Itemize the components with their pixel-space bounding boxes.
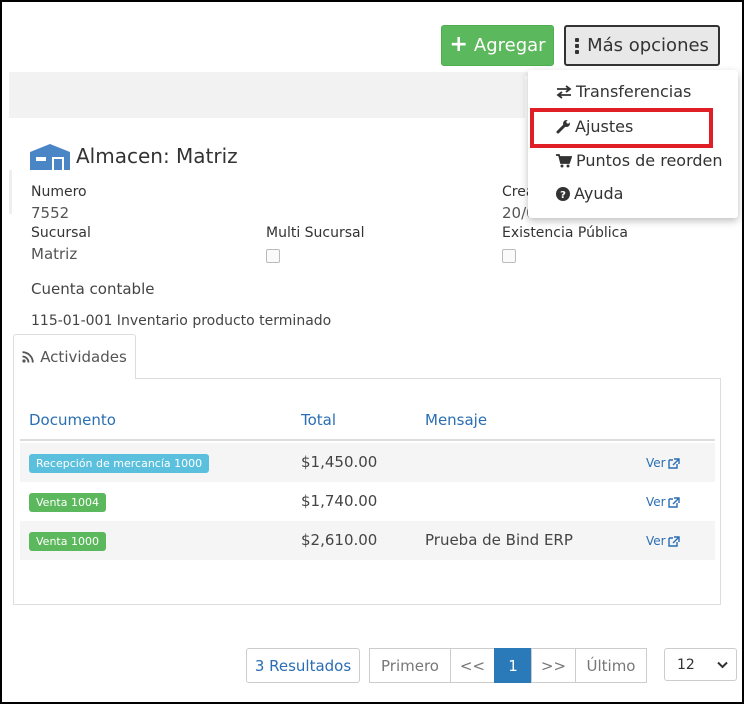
table-row: Recepción de mercancía 1000 $1,450.00 Ve… [20,443,715,482]
total-cell: $1,740.00 [301,492,378,510]
sucursal-label: Sucursal [31,225,91,241]
document-badge[interactable]: Venta 1000 [29,532,106,551]
menu-item-label: Ayuda [574,184,624,203]
page-prev-button[interactable]: << [450,648,495,683]
external-link-icon [667,457,680,469]
warehouse-icon [30,144,70,170]
view-link[interactable]: Ver [646,456,680,470]
multi-sucursal-label: Multi Sucursal [266,225,365,241]
numero-value: 7552 [31,204,70,222]
header-bar [9,72,525,118]
tab-actividades-label: Actividades [40,347,127,366]
multi-sucursal-checkbox[interactable] [266,249,280,263]
page-first-button[interactable]: Primero [369,648,451,683]
existencia-publica-label: Existencia Pública [502,225,628,241]
numero-label: Numero [31,184,87,200]
menu-item-label: Transferencias [576,82,692,101]
external-link-icon [667,535,680,547]
tab-actividades[interactable]: Actividades [13,334,136,378]
warehouse-title: Almacen: Matriz [30,142,238,170]
view-link-label: Ver [646,534,666,548]
message-cell: Prueba de Bind ERP [425,531,573,549]
view-link-label: Ver [646,456,666,470]
view-link[interactable]: Ver [646,495,680,509]
add-button[interactable]: + Agregar [441,25,554,66]
cart-icon [556,153,572,167]
more-options-label: Más opciones [587,35,709,56]
header-divider [20,439,715,441]
page-title: Almacen: Matriz [76,144,238,168]
column-header-total[interactable]: Total [301,411,336,429]
rss-icon [22,350,34,363]
view-link[interactable]: Ver [646,534,680,548]
results-count: 3 Resultados [246,648,360,683]
side-marker [9,170,12,214]
plus-icon: + [449,31,468,57]
svg-text:?: ? [560,190,566,201]
add-button-label: Agregar [473,35,546,56]
transfer-icon [556,84,572,99]
external-link-icon [667,496,680,508]
column-header-mensaje[interactable]: Mensaje [425,411,487,429]
page-last-button[interactable]: Último [575,648,647,683]
table-row: Venta 1004 $1,740.00 Ver [20,482,715,521]
document-badge[interactable]: Recepción de mercancía 1000 [29,454,210,473]
cuenta-contable-label: Cuenta contable [31,280,155,298]
page-next-button[interactable]: >> [531,648,576,683]
question-circle-icon: ? [556,186,570,201]
highlight-box [530,108,713,148]
menu-item-label: Puntos de reorden [576,151,723,170]
page-current-button[interactable]: 1 [494,648,532,683]
menu-item-transferencias[interactable]: Transferencias [556,82,691,101]
column-header-documento[interactable]: Documento [29,411,116,429]
more-options-button[interactable]: Más opciones [564,25,720,66]
document-badge[interactable]: Venta 1004 [29,493,106,512]
cuenta-contable-value: 115-01-001 Inventario producto terminado [31,313,332,329]
view-link-label: Ver [646,495,666,509]
total-cell: $2,610.00 [301,531,378,549]
existencia-publica-checkbox[interactable] [502,249,516,263]
page-size-value: 12 [677,656,695,673]
tab-join [14,377,135,379]
menu-item-puntos-de-reorden[interactable]: Puntos de reorden [556,151,723,170]
menu-item-ayuda[interactable]: ? Ayuda [556,184,623,203]
chevron-down-icon [717,661,728,668]
sucursal-value: Matriz [31,245,78,263]
table-row: Venta 1000 $2,610.00 Prueba de Bind ERP … [20,521,715,560]
pagination: Primero << 1 >> Último [369,648,647,683]
total-cell: $1,450.00 [301,453,378,471]
kebab-icon [575,37,580,54]
page-size-select[interactable]: 12 [664,648,737,681]
